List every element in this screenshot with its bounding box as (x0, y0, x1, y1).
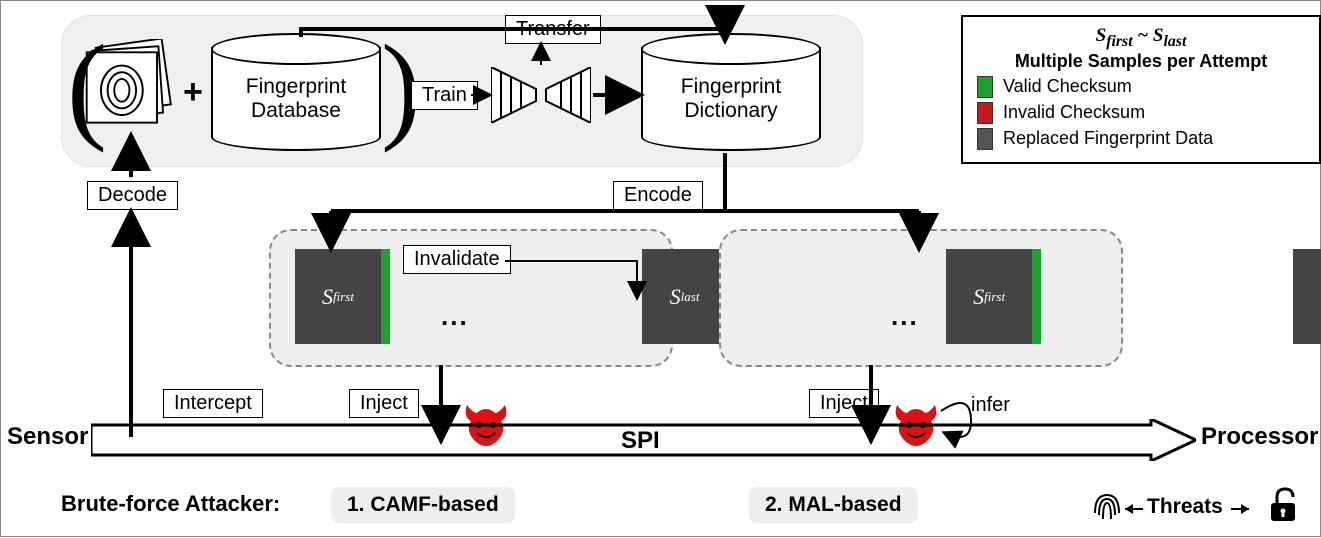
transfer-label: Transfer (505, 15, 601, 44)
mal-sample-group (719, 229, 1123, 367)
sample-first-sub: first (333, 289, 354, 305)
fingerprint-database: Fingerprint Database (211, 33, 381, 151)
mal-sample-first: Sfirst (946, 249, 1041, 344)
sensor-label: Sensor (7, 423, 88, 451)
mal-sample-last: Slast (1293, 249, 1321, 344)
legend-row-valid: Valid Checksum (977, 76, 1305, 98)
bruteforce-attacker-label: Brute-force Attacker: (61, 491, 280, 517)
inject-mal-label: Inject (809, 389, 879, 418)
legend-math-title: Sfirst ~ Slast (977, 25, 1305, 51)
inject-camf-label: Inject (349, 389, 419, 418)
train-label: Train (411, 81, 478, 110)
sample-first-s: S (322, 284, 333, 310)
legend-text-replaced: Replaced Fingerprint Data (1003, 128, 1213, 149)
threats-arrows (1123, 499, 1268, 519)
paren-left-icon: ( (67, 27, 107, 147)
invalidate-label: Invalidate (403, 245, 511, 274)
mal-based-tag: 2. MAL-based (749, 487, 918, 523)
valid-checksum-bar (1032, 249, 1041, 344)
fingerprint-dictionary-label: Fingerprint Dictionary (641, 75, 821, 123)
legend-swatch-green (977, 76, 993, 98)
sample-last-sub: last (681, 289, 700, 305)
processor-label: Processor (1201, 423, 1318, 451)
camf-ellipsis: ... (441, 301, 469, 332)
valid-checksum-bar (381, 249, 390, 344)
autoencoder-icon (491, 67, 591, 123)
unlock-icon (1267, 485, 1301, 531)
encode-label: Encode (613, 181, 703, 210)
plus-icon: + (183, 73, 203, 112)
camf-sample-first: Sfirst (295, 249, 390, 344)
fingerprint-icon (1091, 489, 1123, 531)
legend-text-invalid: Invalid Checksum (1003, 102, 1145, 123)
infer-label: infer (971, 394, 1010, 417)
legend: Sfirst ~ Slast Multiple Samples per Atte… (961, 15, 1321, 164)
legend-row-replaced: Replaced Fingerprint Data (977, 128, 1305, 150)
legend-title: Multiple Samples per Attempt (977, 51, 1305, 72)
spi-bus-arrow (91, 419, 1196, 461)
legend-text-valid: Valid Checksum (1003, 76, 1132, 97)
sample-first-sub2: first (984, 289, 1005, 305)
camf-based-tag: 1. CAMF-based (331, 487, 515, 523)
fingerprint-dictionary: Fingerprint Dictionary (641, 33, 821, 151)
intercept-label: Intercept (163, 389, 263, 418)
legend-row-invalid: Invalid Checksum (977, 102, 1305, 124)
decode-label: Decode (87, 181, 178, 210)
fingerprint-database-label: Fingerprint Database (211, 75, 381, 123)
legend-swatch-red (977, 102, 993, 124)
mal-ellipsis: ... (891, 301, 919, 332)
legend-swatch-grey (977, 128, 993, 150)
sample-last-s: S (670, 284, 681, 310)
sample-first-s2: S (973, 284, 984, 310)
